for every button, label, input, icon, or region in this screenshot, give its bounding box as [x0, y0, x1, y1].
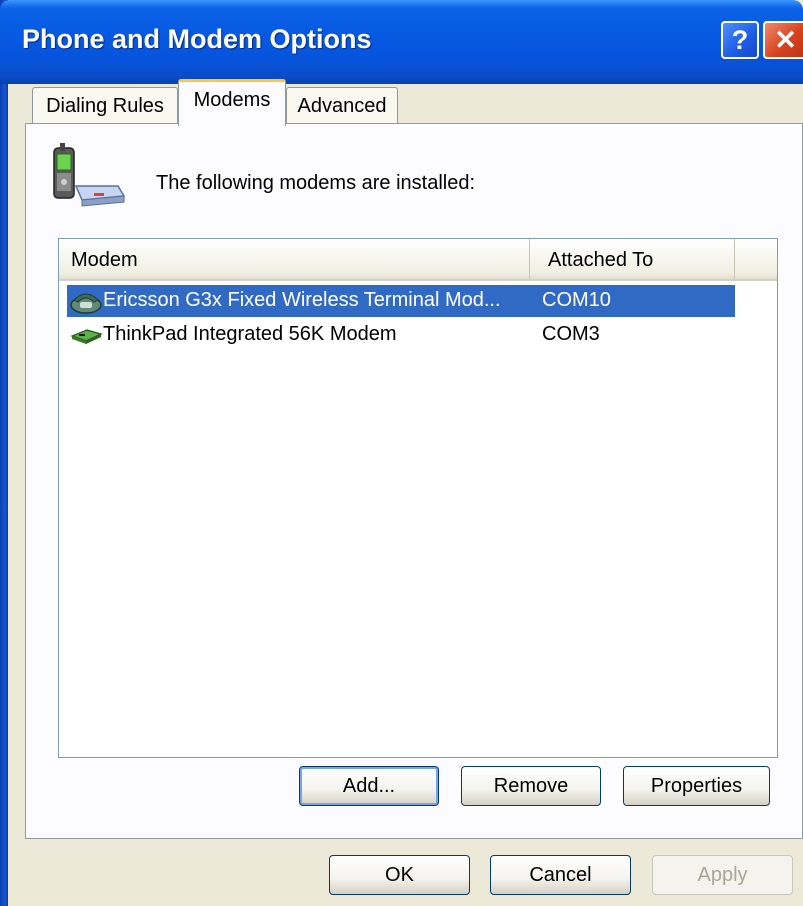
modem-name: ThinkPad Integrated 56K Modem: [103, 323, 397, 345]
modem-list[interactable]: Modem Attached To Ericsson G3x Fixed Wir…: [58, 238, 778, 758]
title-bar[interactable]: Phone and Modem Options ? ✕: [0, 0, 803, 84]
table-row[interactable]: Ericsson G3x Fixed Wireless Terminal Mod…: [67, 285, 735, 317]
close-icon: ✕: [774, 24, 797, 55]
help-button[interactable]: ?: [721, 21, 759, 59]
modem-port: COM3: [542, 323, 600, 345]
window-title: Phone and Modem Options: [22, 24, 372, 54]
help-icon: ?: [731, 24, 749, 55]
phone-and-modem-options-dialog: Phone and Modem Options ? ✕ Dialing Rule…: [0, 0, 803, 906]
phone-modem-icon: [53, 143, 126, 207]
installed-modems-caption: The following modems are installed:: [156, 172, 476, 194]
tab-modems[interactable]: Modems: [178, 79, 286, 126]
remove-button[interactable]: Remove: [461, 766, 601, 806]
modem-card-icon: [70, 329, 103, 344]
tab-advanced[interactable]: Advanced: [286, 87, 398, 124]
add-button[interactable]: Add...: [299, 766, 439, 806]
modem-name: Ericsson G3x Fixed Wireless Terminal Mod…: [103, 289, 501, 311]
tab-dialing-rules[interactable]: Dialing Rules: [32, 87, 178, 124]
tab-label: Dialing Rules: [46, 94, 164, 117]
properties-button[interactable]: Properties: [623, 766, 770, 806]
close-button[interactable]: ✕: [763, 21, 803, 59]
modems-tab-panel: The following modems are installed: Mode…: [25, 123, 803, 839]
table-row[interactable]: ThinkPad Integrated 56K Modem COM3: [67, 319, 735, 351]
apply-button[interactable]: Apply: [652, 855, 793, 895]
cancel-button[interactable]: Cancel: [490, 855, 631, 895]
tab-label: Advanced: [297, 94, 387, 117]
ok-button[interactable]: OK: [329, 855, 470, 895]
telephone-modem-icon: [70, 293, 102, 314]
tab-label: Modems: [193, 88, 271, 111]
column-header-attached-to[interactable]: Attached To: [530, 239, 735, 279]
modem-port: COM10: [542, 289, 611, 311]
column-header-modem[interactable]: Modem: [59, 239, 530, 279]
list-header: Modem Attached To: [59, 239, 777, 281]
